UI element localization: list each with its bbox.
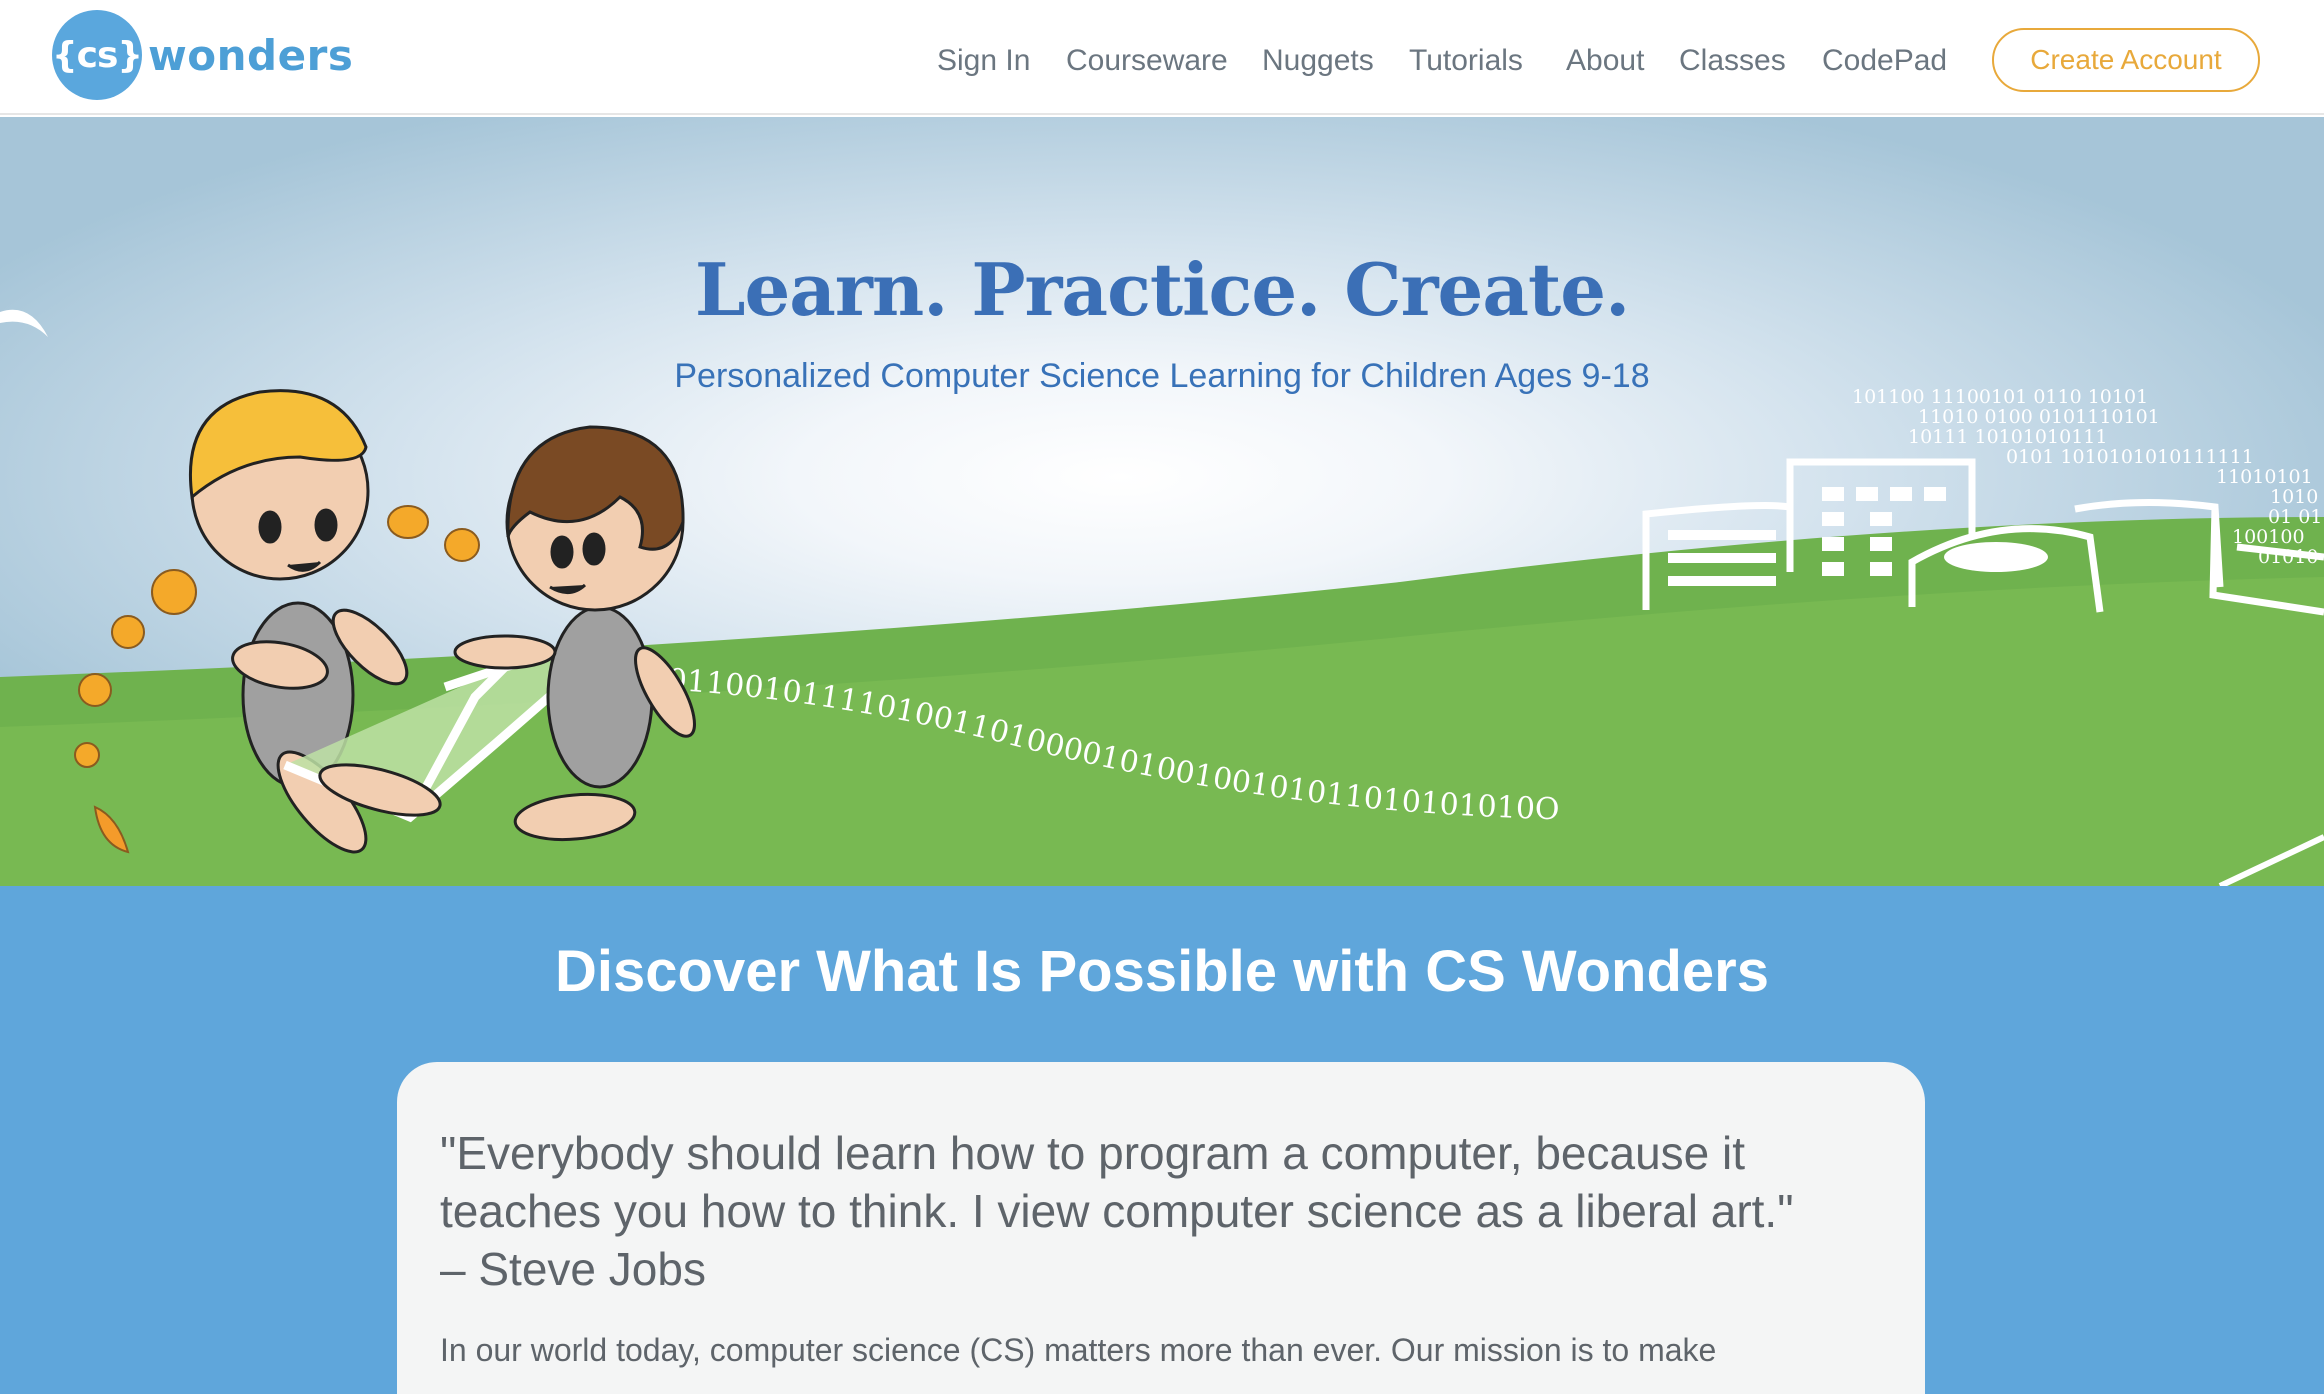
nav-courseware[interactable]: Courseware [1066, 40, 1228, 82]
logo-mark: {cs} [52, 10, 143, 100]
nav-sign-in[interactable]: Sign In [937, 40, 1030, 82]
svg-text:01 01: 01 01 [2268, 506, 2322, 528]
hero-illustration: 101100 11100101 0110 10101 11010 0100 01… [0, 309, 2324, 886]
quote-author: – Steve Jobs [440, 1243, 706, 1295]
nav-nuggets[interactable]: Nuggets [1262, 40, 1374, 82]
steve-jobs-quote: "Everybody should learn how to program a… [440, 1124, 1890, 1298]
nav-about[interactable]: About [1566, 40, 1644, 82]
top-navbar: {cs} wonders Sign In Courseware Nuggets … [0, 0, 2324, 115]
nav-codepad[interactable]: CodePad [1822, 40, 1947, 82]
svg-text:11010101: 11010101 [2216, 466, 2313, 488]
nav-classes[interactable]: Classes [1679, 40, 1786, 82]
discover-title: Discover What Is Possible with CS Wonder… [555, 939, 1769, 1004]
mission-paragraph: In our world today, computer science (CS… [440, 1332, 1717, 1368]
svg-text:01010: 01010 [2258, 546, 2318, 568]
quote-body: "Everybody should learn how to program a… [440, 1127, 1794, 1237]
svg-text:1010: 1010 [2270, 486, 2318, 508]
hero-subtitle: Personalized Computer Science Learning f… [674, 357, 1650, 395]
nav-tutorials[interactable]: Tutorials [1409, 40, 1523, 82]
logo-wordmark: wonders [148, 30, 354, 80]
svg-text:10111 10101010111: 10111 10101010111 [1908, 426, 2107, 448]
create-account-button[interactable]: Create Account [1992, 28, 2260, 92]
quote-card: "Everybody should learn how to program a… [397, 1062, 1925, 1394]
discover-section: Discover What Is Possible with CS Wonder… [0, 886, 2324, 1394]
cs-wonders-logo[interactable]: {cs} wonders [52, 10, 353, 100]
svg-text:11010 0100 0101110101: 11010 0100 0101110101 [1918, 406, 2160, 428]
hero-banner: 101100 11100101 0110 10101 11010 0100 01… [0, 117, 2324, 886]
svg-text:0101 1010101010111111: 0101 1010101010111111 [2006, 446, 2254, 468]
hero-title: Learn. Practice. Create. [694, 247, 1630, 332]
svg-text:100100: 100100 [2232, 526, 2305, 548]
